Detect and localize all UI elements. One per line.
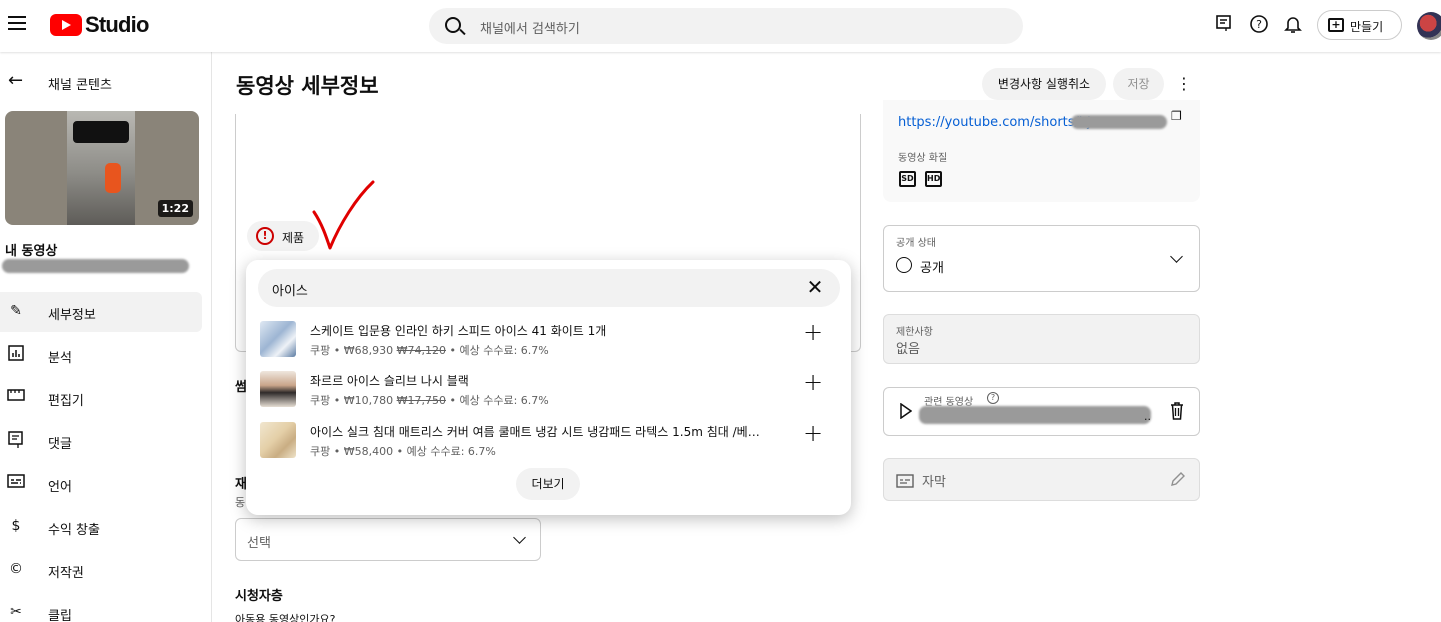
- playlist-section-subtitle: 동: [235, 496, 246, 509]
- hd-icon: HD: [925, 171, 942, 187]
- product-search-input[interactable]: 아이스 ✕: [258, 269, 840, 307]
- add-product-icon[interactable]: +: [802, 370, 824, 394]
- video-link-card: https://youtube.com/shorts/bj ❐ 동영상 화질 S…: [883, 100, 1200, 202]
- video-section-label: 내 동영상: [5, 244, 58, 259]
- copyright-icon: ©: [9, 561, 23, 577]
- sidebar-item-editor[interactable]: 편집기: [0, 378, 202, 418]
- product-item[interactable]: 스케이트 입문용 인라인 하키 스피드 아이스 41 화이트 1개 쿠팡 • ₩…: [246, 317, 851, 365]
- editor-icon: [7, 388, 25, 406]
- redacted-link-suffix: [1071, 115, 1167, 129]
- subtitles-icon: [7, 474, 25, 492]
- video-duration: 1:22: [157, 200, 193, 217]
- search-icon: [445, 17, 461, 33]
- search-placeholder: 채널에서 검색하기: [480, 22, 580, 37]
- sidebar: ← 채널 콘텐츠 1:22 내 동영상 ✎ 세부정보 분석 편집기 댓글 언어: [0, 52, 212, 622]
- search-input[interactable]: 채널에서 검색하기: [429, 8, 1023, 44]
- top-bar: Studio 채널에서 검색하기 ? + 만들기: [0, 0, 1441, 52]
- product-item[interactable]: 아이스 실크 침대 매트리스 커버 여름 쿨매트 냉감 시트 냉감패드 라텍스 …: [246, 418, 851, 466]
- video-link[interactable]: https://youtube.com/shorts/bj: [898, 115, 1091, 130]
- audience-title: 시청자층: [235, 589, 283, 604]
- menu-icon[interactable]: [8, 16, 26, 30]
- comments-icon: [7, 431, 25, 449]
- svg-text:?: ?: [1256, 18, 1262, 31]
- thumbnail-caption-graphic: [73, 121, 129, 143]
- restrictions-field: 제한사항 없음: [883, 314, 1200, 364]
- sidebar-item-clips[interactable]: ✂ 클립: [0, 593, 202, 622]
- help-icon[interactable]: ?: [987, 392, 999, 404]
- warning-icon: !: [256, 227, 274, 245]
- create-icon: +: [1328, 18, 1344, 32]
- redacted-related-video: [919, 406, 1151, 424]
- more-options-icon[interactable]: ⋮: [1174, 72, 1194, 96]
- sd-icon: SD: [899, 171, 916, 187]
- product-image: [260, 371, 296, 407]
- undo-changes-button[interactable]: 변경사항 실행취소: [982, 68, 1106, 100]
- feedback-icon[interactable]: [1214, 14, 1234, 34]
- video-thumbnail[interactable]: 1:22: [5, 111, 199, 225]
- product-item[interactable]: 좌르르 아이스 슬리브 나시 블랙 쿠팡 • ₩10,780 ₩17,750 •…: [246, 367, 851, 415]
- page-title: 동영상 세부정보: [236, 74, 379, 98]
- back-arrow-icon: ←: [8, 70, 24, 91]
- sidebar-item-monetization[interactable]: $ 수익 창출: [0, 507, 202, 547]
- related-video-field[interactable]: 관련 동영상 ? ..: [883, 387, 1200, 436]
- subtitles-field[interactable]: 자막: [883, 458, 1200, 501]
- add-product-icon[interactable]: +: [802, 421, 824, 445]
- trash-icon[interactable]: [1170, 402, 1184, 420]
- close-icon[interactable]: ✕: [804, 276, 826, 298]
- scissors-icon: ✂: [10, 604, 22, 620]
- save-button[interactable]: 저장: [1113, 68, 1164, 100]
- pencil-icon: ✎: [10, 303, 22, 319]
- sidebar-item-details[interactable]: ✎ 세부정보: [0, 292, 202, 332]
- add-product-icon[interactable]: +: [802, 320, 824, 344]
- sidebar-item-copyright[interactable]: © 저작권: [0, 550, 202, 590]
- copy-icon[interactable]: ❐: [1171, 109, 1182, 123]
- sidebar-item-analytics[interactable]: 분석: [0, 335, 202, 375]
- product-image: [260, 321, 296, 357]
- sidebar-item-comments[interactable]: 댓글: [0, 421, 202, 461]
- visibility-select[interactable]: 공개 상태 공개: [883, 225, 1200, 292]
- chevron-down-icon: [1170, 250, 1183, 263]
- chevron-down-icon: [513, 531, 526, 544]
- analytics-icon: [7, 345, 25, 363]
- create-button[interactable]: + 만들기: [1317, 10, 1402, 40]
- edit-pencil-icon[interactable]: [1170, 471, 1186, 487]
- subtitles-icon: [896, 474, 914, 488]
- thumbnail-figure: [105, 163, 121, 193]
- help-icon[interactable]: ?: [1249, 14, 1269, 34]
- globe-icon: [896, 257, 912, 273]
- youtube-play-icon: [50, 14, 82, 36]
- red-check-annotation: [312, 180, 375, 250]
- product-chip[interactable]: ! 제품: [247, 221, 319, 251]
- redacted-video-title: [2, 259, 189, 273]
- audience-question: 아동용 동영상인가요?: [235, 613, 336, 622]
- studio-logo[interactable]: Studio: [50, 12, 149, 38]
- product-image: [260, 422, 296, 458]
- notifications-icon[interactable]: [1283, 14, 1303, 34]
- dollar-icon: $: [11, 518, 21, 534]
- playlist-select[interactable]: 선택: [235, 518, 541, 561]
- product-search-popup: 아이스 ✕ 스케이트 입문용 인라인 하키 스피드 아이스 41 화이트 1개 …: [246, 260, 851, 515]
- avatar[interactable]: [1417, 12, 1441, 40]
- show-more-button[interactable]: 더보기: [516, 468, 580, 500]
- sidebar-item-languages[interactable]: 언어: [0, 464, 202, 504]
